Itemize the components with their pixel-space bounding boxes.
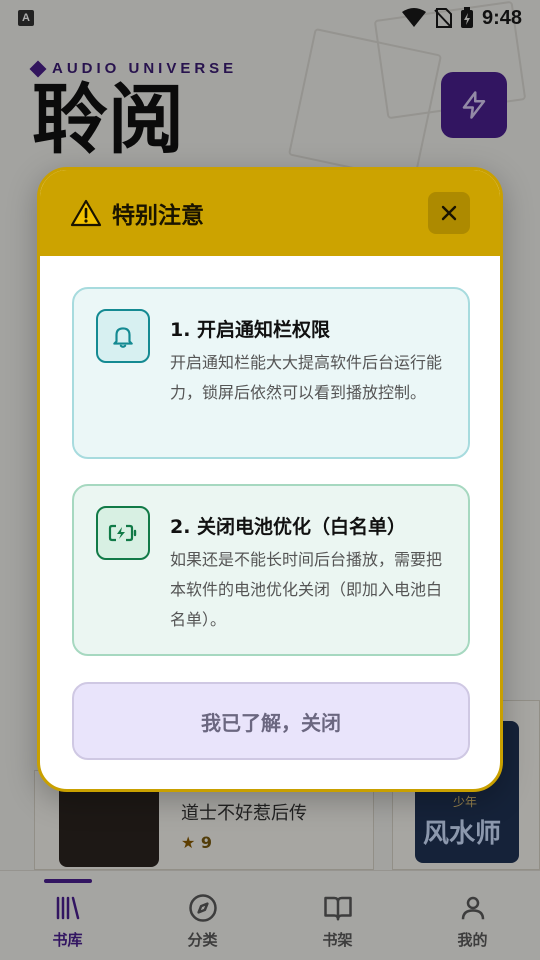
notice-body: 如果还是不能长时间后台播放，需要把本软件的电池优化关闭（即加入电池白名单）。 — [170, 550, 443, 629]
dialog-title: 特别注意 — [112, 203, 204, 229]
notice-dialog: 特别注意 1. 开启通知栏权限 开启通知栏能大大提高软件后台运行能力，锁屏后依然… — [37, 167, 503, 792]
acknowledge-close-button[interactable]: 我已了解，关闭 — [72, 682, 470, 760]
close-button[interactable] — [428, 192, 470, 234]
battery-charging-icon — [108, 524, 137, 542]
notice-icon-container — [96, 309, 150, 363]
dialog-header: 特别注意 — [40, 170, 500, 256]
notice-title: 1. 开启通知栏权限 — [170, 319, 331, 341]
warning-icon — [70, 199, 102, 227]
notice-body: 开启通知栏能大大提高软件后台运行能力，锁屏后依然可以看到播放控制。 — [170, 353, 443, 402]
notice-card-battery: 2. 关闭电池优化（白名单） 如果还是不能长时间后台播放，需要把本软件的电池优化… — [72, 484, 470, 656]
bell-icon — [113, 327, 133, 348]
close-icon — [441, 205, 457, 221]
notice-card-notification: 1. 开启通知栏权限 开启通知栏能大大提高软件后台运行能力，锁屏后依然可以看到播… — [72, 287, 470, 459]
notice-title: 2. 关闭电池优化（白名单） — [170, 516, 407, 538]
notice-icon-container — [96, 506, 150, 560]
